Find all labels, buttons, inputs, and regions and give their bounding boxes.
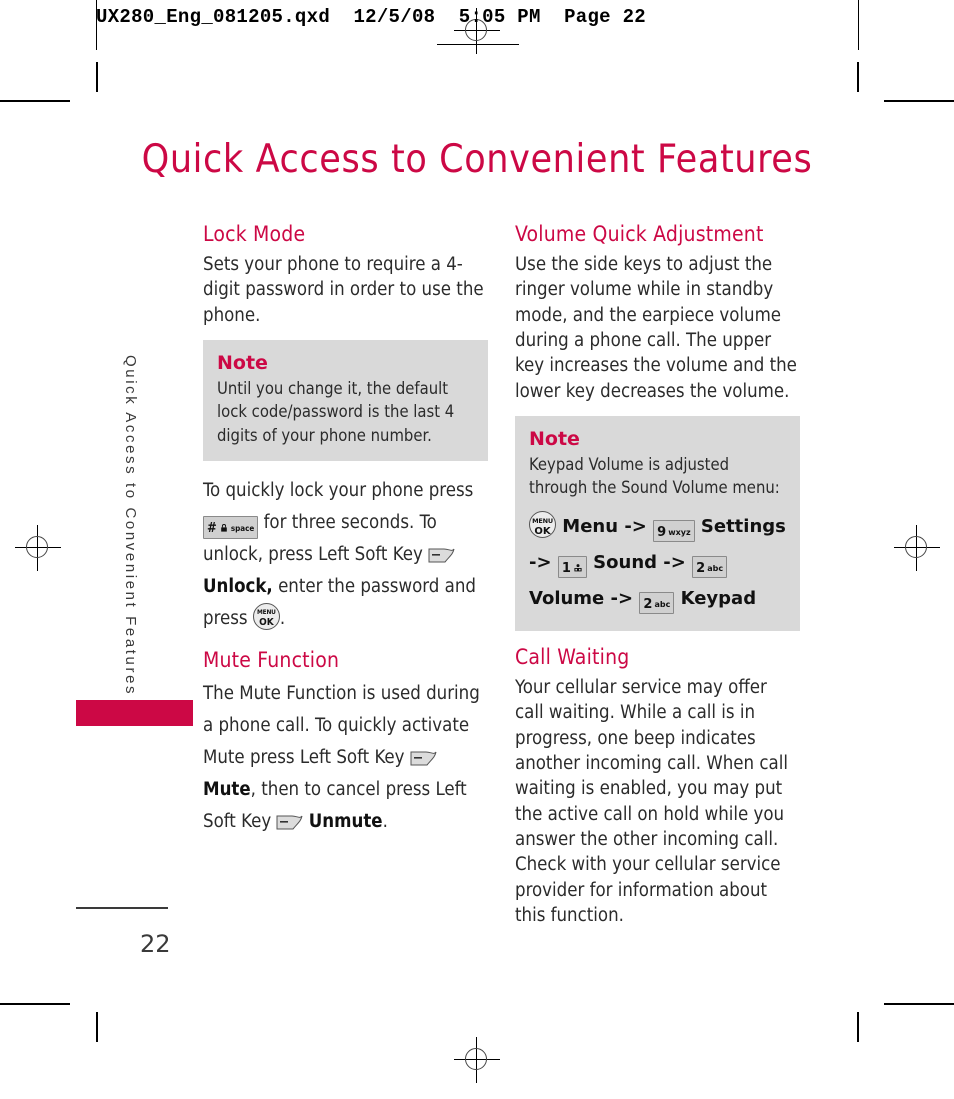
heading-lock-mode: Lock Mode (203, 222, 306, 246)
note-box-keypad-volume: Note Keypad Volume is adjusted through t… (515, 416, 800, 631)
mute-text-part1: The Mute Function is used during a phone… (203, 683, 480, 768)
mute-bold-unmute: Unmute (308, 810, 383, 832)
crop-mark-top-left-vertical (96, 62, 98, 92)
heading-mute-function: Mute Function (203, 648, 340, 673)
note-box-lock-mode: Note Until you change it, the default lo… (203, 340, 488, 462)
key-1-voicemail-icon: 1 (557, 555, 587, 578)
crop-mark-bottom-right-horizontal (884, 1003, 954, 1005)
note-body: Keypad Volume is adjusted through the So… (529, 455, 780, 498)
key-9-wxyz-icon: 9 wxyz (653, 519, 695, 542)
step-label-settings: Settings (700, 515, 786, 537)
lock-glyph-icon (219, 519, 229, 532)
mute-bold-mute: Mute (203, 778, 251, 800)
step-label-volume: Volume (529, 587, 605, 609)
menu-ok-key-icon: MENU OK (252, 602, 280, 630)
step-label-sound: Sound (593, 551, 658, 573)
key-2-abc-icon: 2 abc (692, 555, 728, 578)
registration-mark-right (894, 525, 940, 571)
step-arrow: -> (624, 515, 647, 537)
hash-space-key-icon: # space (203, 516, 259, 539)
menu-ok-key-icon: MENU OK (529, 510, 556, 538)
left-soft-key-icon (276, 810, 303, 830)
document-page: UX280_Eng_081205.qxd 12/5/08 5:05 PM Pag… (0, 0, 954, 1099)
page-number: 22 (140, 930, 171, 958)
step-label-keypad: Keypad (680, 587, 757, 609)
heading-call-waiting: Call Waiting (515, 644, 630, 669)
footer-rule (76, 907, 168, 909)
left-soft-key-icon (428, 543, 455, 563)
crop-mark-bottom-left-horizontal (0, 1003, 70, 1005)
instruction-text-part1: To quickly lock your phone press (203, 480, 474, 502)
slug-text: UX280_Eng_081205.qxd 12/5/08 5:05 PM Pag… (96, 6, 646, 28)
paragraph-volume-quick-adjustment: Use the side keys to adjust the ringer v… (515, 254, 797, 402)
note-title: Note (217, 352, 268, 375)
page-title: Quick Access to Convenient Features (141, 137, 813, 182)
slug-rule-right (858, 0, 859, 50)
note-body: Until you change it, the default lock co… (217, 379, 455, 445)
crop-mark-bottom-right-vertical (857, 1012, 859, 1042)
step-arrow: -> (529, 551, 552, 573)
voicemail-glyph-icon (573, 559, 583, 572)
menu-path-steps: MENU OK Menu -> 9 wxyz Settings -> 1 Sound… (529, 509, 786, 617)
note-title: Note (529, 428, 580, 451)
section-tab-marker (76, 700, 193, 726)
step-label-menu: Menu (562, 515, 619, 537)
paragraph-mute-function: The Mute Function is used during a phone… (203, 678, 488, 837)
instruction-text-part4: . (279, 607, 286, 629)
crop-mark-bottom-left-vertical (96, 1012, 98, 1042)
step-arrow: -> (663, 551, 686, 573)
mute-text-part3: . (382, 810, 388, 832)
key-2-abc-icon: 2 abc (639, 591, 675, 614)
paragraph-lock-instruction: To quickly lock your phone press # space … (203, 475, 488, 634)
crop-mark-top-left-horizontal (0, 100, 70, 102)
left-soft-key-icon (410, 746, 437, 766)
registration-mark-bottom (454, 1037, 500, 1083)
left-column: Lock Mode Sets your phone to require a 4… (203, 222, 488, 837)
slug-underline (437, 44, 519, 45)
paragraph-lock-mode: Sets your phone to require a 4-digit pas… (203, 254, 484, 326)
running-head-vertical: Quick Access to Convenient Features (122, 355, 139, 697)
crop-mark-top-right-vertical (857, 62, 859, 92)
instruction-bold-unlock: Unlock, (203, 575, 273, 597)
step-arrow: -> (610, 587, 634, 609)
right-column: Volume Quick Adjustment Use the side key… (515, 222, 800, 928)
paragraph-call-waiting: Your cellular service may offer call wai… (515, 676, 788, 926)
heading-volume-quick-adjustment: Volume Quick Adjustment (515, 222, 764, 246)
registration-mark-left (15, 525, 61, 571)
crop-mark-top-right-horizontal (884, 100, 954, 102)
